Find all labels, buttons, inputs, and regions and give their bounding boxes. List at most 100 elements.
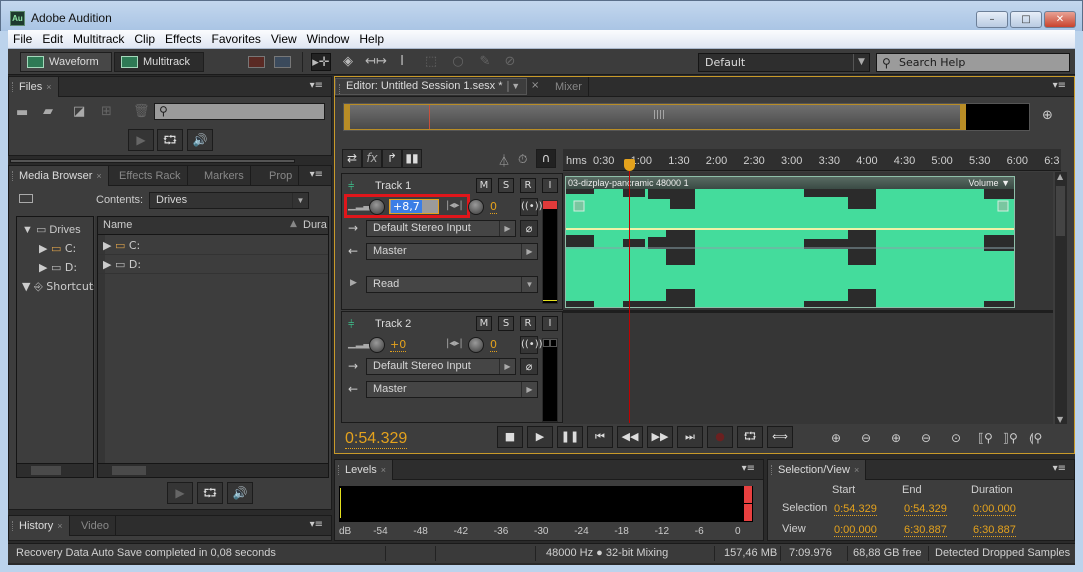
play-button[interactable]: ▶ xyxy=(527,426,553,448)
time-selection-tool-icon[interactable]: I xyxy=(392,53,412,71)
tab-files[interactable]: Files × xyxy=(9,77,59,97)
panel-menu-icon[interactable]: ▾≡ xyxy=(310,519,323,530)
tab-mixer[interactable]: Mixer xyxy=(545,77,589,97)
close-icon[interactable]: × xyxy=(96,171,101,181)
files-scrollbar[interactable] xyxy=(10,159,295,163)
overview-right-handle[interactable] xyxy=(960,105,965,129)
maximize-button[interactable]: □ xyxy=(1010,11,1042,28)
pan-knob[interactable] xyxy=(468,337,484,353)
track-lanes[interactable]: 03-dizplay-pancramic 48000 1 Volume ▼ xyxy=(563,172,1053,424)
eq-toggle-icon[interactable]: ↱ xyxy=(382,149,402,168)
pan-value[interactable]: 0 xyxy=(490,200,497,214)
pan-value[interactable]: 0 xyxy=(490,338,497,352)
go-to-end-button[interactable]: ⏭ xyxy=(677,426,703,448)
vertical-scrollbar[interactable]: ▲ ▼ xyxy=(1055,172,1067,424)
workspace-select[interactable]: Default ▼ xyxy=(698,53,870,72)
menu-effects[interactable]: Effects xyxy=(160,30,206,49)
zoom-out-full-icon[interactable]: ⊙ xyxy=(951,431,961,445)
close-icon[interactable]: × xyxy=(854,465,859,475)
fx-toggle-icon[interactable]: fx xyxy=(362,149,382,168)
phase-invert-icon[interactable]: ⌀ xyxy=(520,220,538,237)
monitor-input-icon[interactable]: ((•)) xyxy=(520,336,543,354)
panel-menu-icon[interactable]: ▾≡ xyxy=(310,80,323,91)
selection-end[interactable]: 0:54.329 xyxy=(904,503,947,516)
tab-levels[interactable]: Levels × xyxy=(335,460,394,480)
panel-menu-icon[interactable]: ▾≡ xyxy=(1053,80,1066,91)
spectral-pitch-icon[interactable] xyxy=(274,56,291,68)
menu-edit[interactable]: Edit xyxy=(37,30,68,49)
close-icon[interactable]: × xyxy=(46,82,51,92)
move-tool-icon[interactable]: ▸✛ xyxy=(311,53,331,71)
skip-selection-button[interactable]: ⟺ xyxy=(767,426,793,448)
tab-video[interactable]: Video xyxy=(71,516,116,536)
search-help-input[interactable]: ⚲ Search Help xyxy=(876,53,1070,72)
menu-favorites[interactable]: Favorites xyxy=(207,30,266,49)
go-to-start-button[interactable]: ⏮ xyxy=(587,426,613,448)
zoom-full-icon[interactable]: ⊕ xyxy=(1042,108,1053,123)
mute-button[interactable]: M xyxy=(476,178,492,193)
tab-editor[interactable]: Editor: Untitled Session 1.sesx * │▼ xyxy=(335,78,528,95)
panel-menu-icon[interactable]: ▾≡ xyxy=(310,169,323,180)
fast-forward-button[interactable]: ▶▶ xyxy=(647,426,673,448)
zoom-out-point-icon[interactable]: ⟧⚲ xyxy=(1003,431,1018,445)
insert-icon[interactable]: ⊞ xyxy=(101,104,112,119)
loop-preview-button[interactable]: ⮔ xyxy=(197,482,223,504)
spectral-frequency-icon[interactable] xyxy=(248,56,265,68)
multitrack-view-button[interactable]: Multitrack xyxy=(114,52,204,72)
file-row[interactable]: ▶ ▭ C: xyxy=(98,236,328,255)
menu-multitrack[interactable]: Multitrack xyxy=(68,30,129,49)
audio-clip[interactable]: 03-dizplay-pancramic 48000 1 Volume ▼ xyxy=(565,176,1015,308)
tab-markers[interactable]: Markers xyxy=(194,166,251,186)
tree-item-drives[interactable]: ▼ ▭ Drives xyxy=(22,223,81,236)
contents-select[interactable]: Drives ▼ xyxy=(149,192,309,209)
tree-item-d[interactable]: ▶ ▭ D: xyxy=(39,261,77,274)
loop-preview-button[interactable]: ⮔ xyxy=(157,129,183,151)
zoom-in-time-icon[interactable]: ⊕ xyxy=(891,431,901,445)
close-icon[interactable]: × xyxy=(531,80,539,91)
playhead-handle[interactable] xyxy=(624,159,635,171)
session-overview[interactable]: |||| xyxy=(343,103,1030,131)
tab-effects-rack[interactable]: Effects Rack xyxy=(109,166,188,186)
view-end[interactable]: 6:30.887 xyxy=(904,524,947,537)
slip-tool-icon[interactable]: ↤↦ xyxy=(365,53,387,71)
tab-properties[interactable]: Prop xyxy=(259,166,300,186)
time-display[interactable]: 0:54.329 xyxy=(345,430,408,449)
solo-button[interactable]: S xyxy=(498,316,514,331)
meter-toggle-icon[interactable]: ▮▮ xyxy=(402,149,422,168)
panel-menu-icon[interactable]: ▾≡ xyxy=(1053,463,1066,474)
mute-button[interactable]: M xyxy=(476,316,492,331)
minimize-button[interactable]: – xyxy=(976,11,1008,28)
close-icon[interactable]: × xyxy=(381,465,386,475)
clip-indicator-right[interactable] xyxy=(744,504,752,521)
timer-icon[interactable]: ⏱ xyxy=(518,152,527,167)
zoom-in-amplitude-icon[interactable]: ⊕ xyxy=(831,431,841,445)
open-file-icon[interactable]: ▬ xyxy=(16,105,28,120)
output-select[interactable]: Master ▶ xyxy=(366,381,538,398)
tab-history[interactable]: History × xyxy=(9,516,70,536)
input-monitor-button[interactable]: I xyxy=(542,316,558,331)
zoom-in-point-icon[interactable]: ⟦⚲ xyxy=(978,431,993,445)
menu-clip[interactable]: Clip xyxy=(129,30,160,49)
file-list-scrollbar[interactable] xyxy=(98,463,328,477)
zoom-selection-icon[interactable]: ⟬⚲ xyxy=(1029,431,1042,446)
file-row[interactable]: ▶ ▭ D: xyxy=(98,255,328,274)
sends-toggle-icon[interactable]: ⇄ xyxy=(342,149,362,168)
delete-icon[interactable]: 🗑 xyxy=(133,104,150,119)
selection-start[interactable]: 0:54.329 xyxy=(834,503,877,516)
tree-item-c[interactable]: ▶ ▭ C: xyxy=(39,242,76,255)
input-select[interactable]: Default Stereo Input ▶ xyxy=(366,220,516,237)
tree-item-shortcuts[interactable]: ▼ ⎆ Shortcuts xyxy=(22,280,94,294)
input-monitor-button[interactable]: I xyxy=(542,178,558,193)
selection-duration[interactable]: 0:00.000 xyxy=(973,503,1016,516)
view-duration[interactable]: 6:30.887 xyxy=(973,524,1016,537)
phase-invert-icon[interactable]: ⌀ xyxy=(520,358,538,375)
files-search-input[interactable]: ⚲ xyxy=(154,103,325,120)
metronome-icon[interactable]: ⏃ xyxy=(498,152,510,169)
zoom-out-time-icon[interactable]: ⊖ xyxy=(921,431,931,445)
column-duration[interactable]: Dura xyxy=(303,219,327,231)
menu-window[interactable]: Window xyxy=(302,30,355,49)
expand-automation-icon[interactable]: ▶ xyxy=(350,278,357,288)
output-select[interactable]: Master ▶ xyxy=(366,243,538,260)
spot-healing-tool-icon[interactable]: ⊘ xyxy=(500,53,520,71)
tab-selection-view[interactable]: Selection/View × xyxy=(768,460,867,480)
